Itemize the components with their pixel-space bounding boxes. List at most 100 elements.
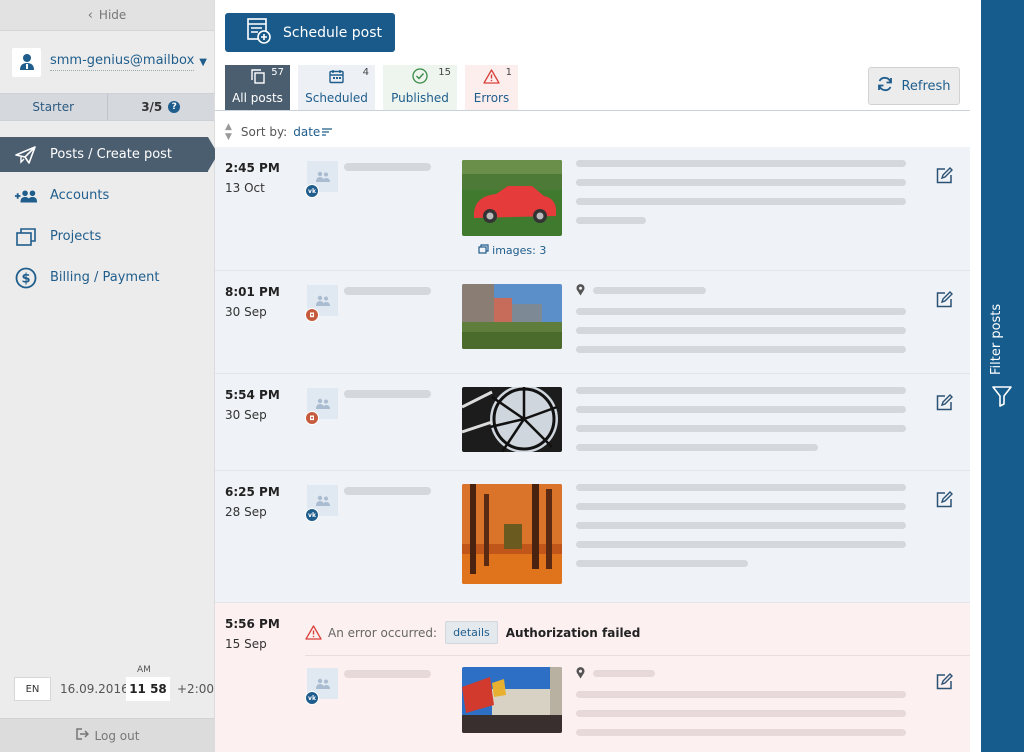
- hide-sidebar-button[interactable]: ‹ Hide: [0, 0, 214, 31]
- current-time[interactable]: 11 58: [126, 677, 170, 701]
- post-media[interactable]: [461, 385, 562, 456]
- main-content: Schedule post 57 All posts 4 Scheduled 1…: [215, 0, 981, 752]
- sidebar-item-billing[interactable]: $ Billing / Payment: [0, 260, 214, 295]
- nav-label: Billing / Payment: [50, 270, 160, 285]
- tab-all-posts[interactable]: 57 All posts: [225, 65, 290, 110]
- tab-scheduled[interactable]: 4 Scheduled: [298, 65, 375, 110]
- post-filter-tabs: 57 All posts 4 Scheduled 15 Published 1 …: [225, 65, 526, 110]
- sort-value[interactable]: date: [293, 125, 320, 139]
- post-time: 8:01 PM: [225, 285, 280, 299]
- tab-errors[interactable]: 1 Errors: [465, 65, 518, 110]
- tab-label: All posts: [232, 91, 283, 105]
- language-select[interactable]: EN: [14, 677, 51, 701]
- edit-icon[interactable]: [936, 167, 953, 188]
- post-media[interactable]: [462, 284, 562, 353]
- logout-button[interactable]: Log out: [0, 718, 214, 752]
- tabs-divider: [215, 110, 970, 111]
- post-text-placeholder: [576, 284, 906, 365]
- edit-icon[interactable]: [936, 673, 953, 694]
- instagram-icon: ◘: [305, 411, 319, 425]
- post-text-placeholder: [576, 387, 906, 463]
- refresh-label: Refresh: [901, 78, 951, 94]
- post-date: 28 Sep: [225, 505, 267, 519]
- tab-label: Published: [391, 91, 449, 105]
- edit-icon[interactable]: [936, 491, 953, 512]
- sidebar-item-posts[interactable]: Posts / Create post: [0, 137, 218, 172]
- instagram-icon: ◘: [305, 308, 319, 322]
- sidebar: ‹ Hide smm-genius@mailbox ▼ Starter 3/5 …: [0, 0, 218, 752]
- post-media[interactable]: [462, 484, 562, 588]
- edit-icon[interactable]: [936, 291, 953, 312]
- post-row-error[interactable]: 5:56 PM 15 Sep An error occurred: detail…: [215, 603, 970, 752]
- sidebar-item-projects[interactable]: Projects: [0, 219, 214, 254]
- users-icon: [315, 398, 330, 409]
- nav-label: Projects: [50, 229, 102, 244]
- post-text-placeholder: [576, 484, 906, 579]
- copy-icon: [250, 69, 265, 87]
- post-time: 5:56 PM: [225, 617, 280, 631]
- post-text-placeholder: [576, 160, 906, 236]
- image-count[interactable]: images: 3: [462, 244, 562, 257]
- calendar-icon: [329, 69, 344, 87]
- paper-plane-icon: [14, 143, 38, 167]
- account-avatar: vk: [305, 485, 338, 522]
- am-pm-label: AM: [137, 665, 151, 675]
- post-date: 30 Sep: [225, 408, 267, 422]
- tab-published[interactable]: 15 Published: [383, 65, 457, 110]
- plan-usage-value: 3/5: [141, 100, 163, 114]
- post-row[interactable]: 5:54 PM 30 Sep ◘: [215, 374, 970, 471]
- error-details-button[interactable]: details: [445, 621, 498, 644]
- post-date: 30 Sep: [225, 305, 267, 319]
- post-list: 2:45 PM 13 Oct vk images: 3 8:01 PM 30 S…: [215, 147, 970, 752]
- nav-label: Posts / Create post: [50, 147, 173, 162]
- plan-info: Starter 3/5 ?: [0, 93, 214, 121]
- sidebar-nav: Posts / Create post Accounts Projects $ …: [0, 137, 218, 295]
- error-banner: An error occurred: details Authorization…: [305, 621, 640, 644]
- account-avatar: vk: [305, 668, 338, 705]
- clock-image: [461, 385, 562, 453]
- caret-down-icon: ▼: [199, 56, 207, 68]
- post-row[interactable]: 8:01 PM 30 Sep ◘: [215, 271, 970, 374]
- schedule-post-button[interactable]: Schedule post: [225, 13, 395, 52]
- location-pin-icon: [576, 284, 585, 296]
- help-icon[interactable]: ?: [168, 101, 181, 113]
- sort-control[interactable]: ▲ ▼ Sort by: date: [225, 122, 333, 142]
- account-name-placeholder: [344, 670, 431, 678]
- plan-usage: 3/5 ?: [106, 94, 215, 120]
- post-media[interactable]: [462, 667, 562, 737]
- dollar-circle-icon: $: [14, 266, 38, 290]
- post-media[interactable]: images: 3: [462, 160, 562, 257]
- post-row[interactable]: 6:25 PM 28 Sep vk: [215, 471, 970, 603]
- autumn-trees-image: [462, 484, 562, 584]
- projects-icon: [14, 225, 38, 249]
- warning-icon: [305, 625, 322, 640]
- avatar: [12, 47, 41, 77]
- timezone: +2:00: [177, 682, 215, 696]
- check-circle-icon: [412, 68, 428, 87]
- sort-label: Sort by:: [240, 125, 288, 139]
- location-pin-icon: [576, 667, 585, 679]
- post-row[interactable]: 2:45 PM 13 Oct vk images: 3: [215, 147, 970, 271]
- schedule-post-label: Schedule post: [283, 24, 383, 41]
- error-message: An error occurred:: [328, 625, 438, 640]
- post-date: 15 Sep: [225, 637, 267, 651]
- user-selector[interactable]: smm-genius@mailbox ▼: [0, 31, 214, 93]
- user-icon: [19, 54, 34, 70]
- warning-icon: [483, 69, 500, 87]
- sort-lines-icon: [322, 125, 333, 139]
- post-time: 5:54 PM: [225, 388, 280, 402]
- sidebar-item-accounts[interactable]: Accounts: [0, 178, 214, 213]
- vk-icon: vk: [305, 184, 319, 198]
- gallery-icon: [478, 244, 489, 254]
- post-text-placeholder: [576, 667, 906, 748]
- account-name-placeholder: [344, 487, 431, 495]
- users-icon: [315, 495, 330, 506]
- post-time: 6:25 PM: [225, 485, 280, 499]
- refresh-button[interactable]: Refresh: [868, 67, 960, 105]
- account-avatar: ◘: [305, 388, 338, 425]
- tab-label: Scheduled: [305, 91, 368, 105]
- filter-posts-panel[interactable]: Filter posts: [981, 0, 1024, 752]
- account-avatar: vk: [305, 161, 338, 198]
- edit-icon[interactable]: [936, 394, 953, 415]
- filter-posts-label: Filter posts: [989, 303, 1004, 375]
